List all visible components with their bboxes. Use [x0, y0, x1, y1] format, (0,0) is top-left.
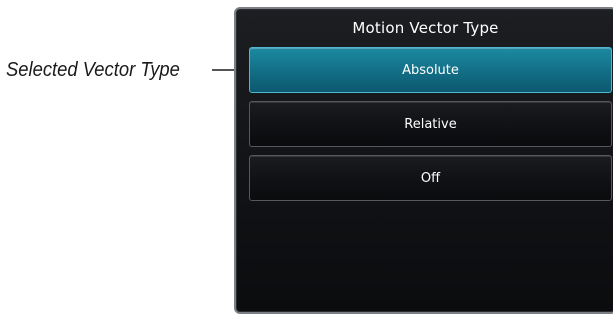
panel-title: Motion Vector Type [352, 19, 499, 37]
callout-label: Selected Vector Type [6, 59, 180, 81]
motion-vector-type-panel: Motion Vector Type Absolute Relative Off [234, 7, 613, 314]
option-absolute-button[interactable]: Absolute [249, 47, 612, 93]
option-label: Relative [404, 116, 457, 132]
option-relative-button[interactable]: Relative [249, 101, 612, 147]
option-label: Absolute [402, 62, 459, 78]
option-off-button[interactable]: Off [249, 155, 612, 201]
option-label: Off [420, 170, 441, 186]
